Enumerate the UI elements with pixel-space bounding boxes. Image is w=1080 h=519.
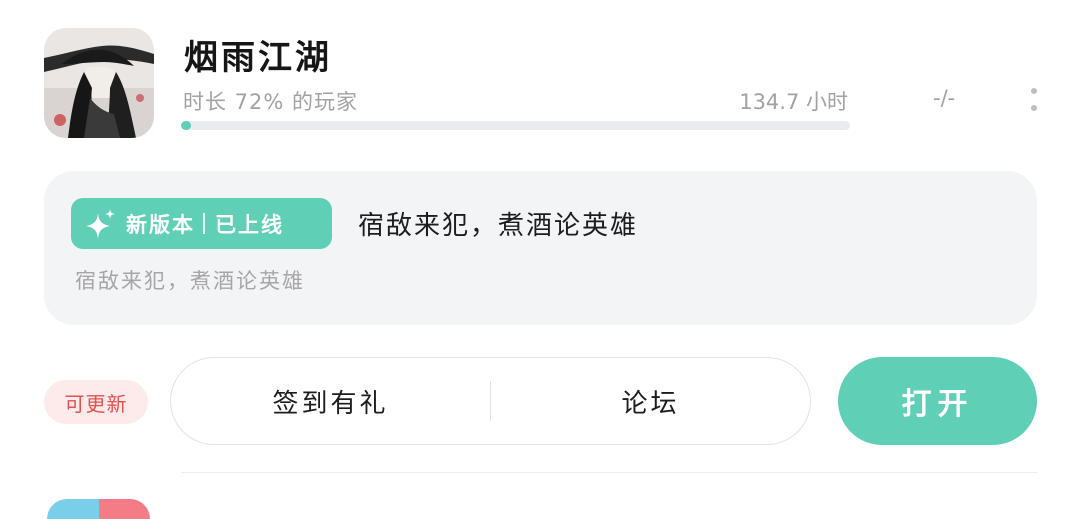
rating-text: -/- [933, 86, 956, 110]
update-notice-card[interactable]: 新版本 已上线 宿敌来犯，煮酒论英雄 宿敌来犯，煮酒论英雄 [44, 171, 1037, 325]
list-divider [181, 472, 1037, 473]
new-version-badge: 新版本 已上线 [71, 198, 332, 249]
more-options-icon[interactable] [1019, 84, 1049, 116]
playtime-rank-text: 时长 72% 的玩家 [183, 90, 359, 114]
update-description: 宿敌来犯，煮酒论英雄 [75, 269, 305, 293]
next-app-icon[interactable] [47, 499, 150, 519]
playtime-progress-bar [181, 121, 850, 130]
update-title: 宿敌来犯，煮酒论英雄 [358, 211, 639, 241]
action-button-group: 签到有礼 论坛 [170, 357, 811, 445]
release-status-label: 已上线 [215, 212, 284, 237]
sparkle-icon [84, 207, 118, 241]
updatable-badge[interactable]: 可更新 [44, 380, 148, 424]
new-version-label: 新版本 [126, 212, 195, 237]
game-title: 烟雨江湖 [184, 38, 332, 78]
playtime-progress-fill [181, 121, 192, 130]
badge-divider [203, 213, 205, 234]
open-game-button[interactable]: 打开 [838, 357, 1037, 445]
game-artwork-icon[interactable] [44, 28, 154, 138]
checkin-reward-button[interactable]: 签到有礼 [171, 358, 490, 444]
forum-button[interactable]: 论坛 [491, 358, 810, 444]
playtime-hours-text: 134.7 小时 [739, 90, 848, 114]
